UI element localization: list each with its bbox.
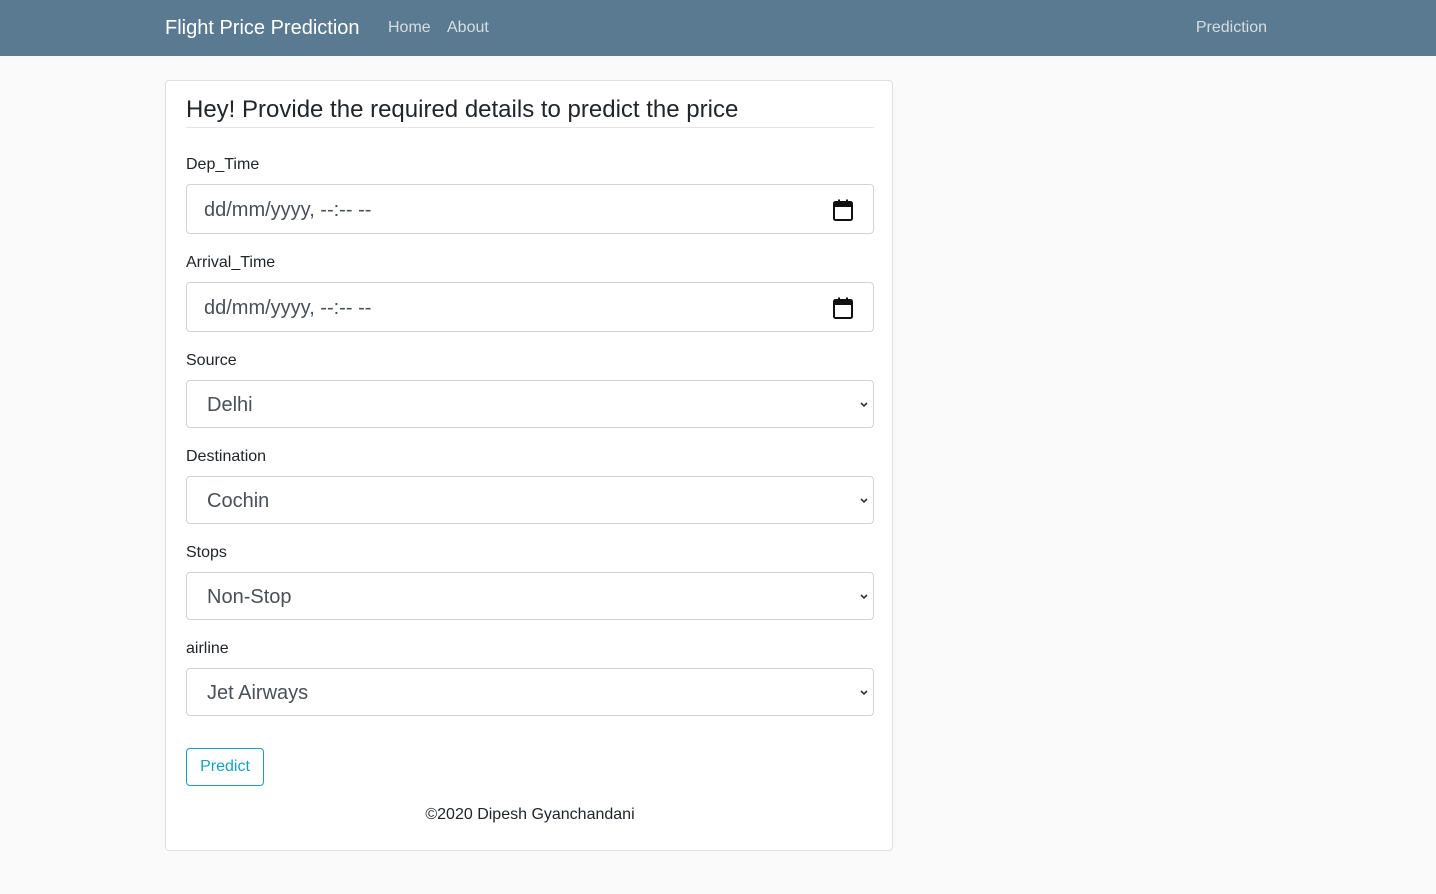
dep-time-label: Dep_Time	[186, 156, 260, 173]
chevron-down-icon	[860, 498, 868, 504]
chevron-down-icon	[860, 402, 868, 408]
stops-selected-value: Non-Stop	[207, 586, 292, 608]
prediction-form-card: Hey! Provide the required details to pre…	[165, 80, 893, 851]
destination-selected-value: Cochin	[207, 490, 270, 512]
dep-time-input[interactable]: dd/mm/yyyy, --:-- --	[186, 184, 874, 234]
navbar: Flight Price Prediction Home About Predi…	[0, 0, 1436, 56]
dep-time-value: dd/mm/yyyy, --:-- --	[204, 199, 372, 221]
arrival-time-value: dd/mm/yyyy, --:-- --	[204, 297, 372, 319]
airline-select[interactable]: Jet Airways	[186, 668, 874, 716]
nav-about-link[interactable]: About	[447, 18, 489, 38]
airline-selected-value: Jet Airways	[207, 682, 309, 704]
nav-home-link[interactable]: Home	[388, 18, 431, 38]
calendar-icon[interactable]	[833, 199, 853, 221]
predict-button[interactable]: Predict	[186, 748, 264, 786]
stops-select[interactable]: Non-Stop	[186, 572, 874, 620]
stops-label: Stops	[186, 544, 227, 561]
destination-select[interactable]: Cochin	[186, 476, 874, 524]
arrival-time-input[interactable]: dd/mm/yyyy, --:-- --	[186, 282, 874, 332]
source-selected-value: Delhi	[207, 394, 253, 416]
destination-label: Destination	[186, 448, 267, 465]
chevron-down-icon	[860, 594, 868, 600]
form-title: Hey! Provide the required details to pre…	[186, 96, 739, 123]
airline-label: airline	[186, 640, 229, 657]
source-select[interactable]: Delhi	[186, 380, 874, 428]
nav-prediction-link[interactable]: Prediction	[1196, 18, 1267, 38]
source-label: Source	[186, 352, 237, 369]
brand-link[interactable]: Flight Price Prediction	[165, 16, 360, 40]
arrival-time-label: Arrival_Time	[186, 254, 276, 271]
title-divider	[186, 127, 874, 128]
chevron-down-icon	[860, 690, 868, 696]
calendar-icon[interactable]	[833, 297, 853, 319]
footer-copyright: ©2020 Dipesh Gyanchandani	[425, 806, 635, 823]
